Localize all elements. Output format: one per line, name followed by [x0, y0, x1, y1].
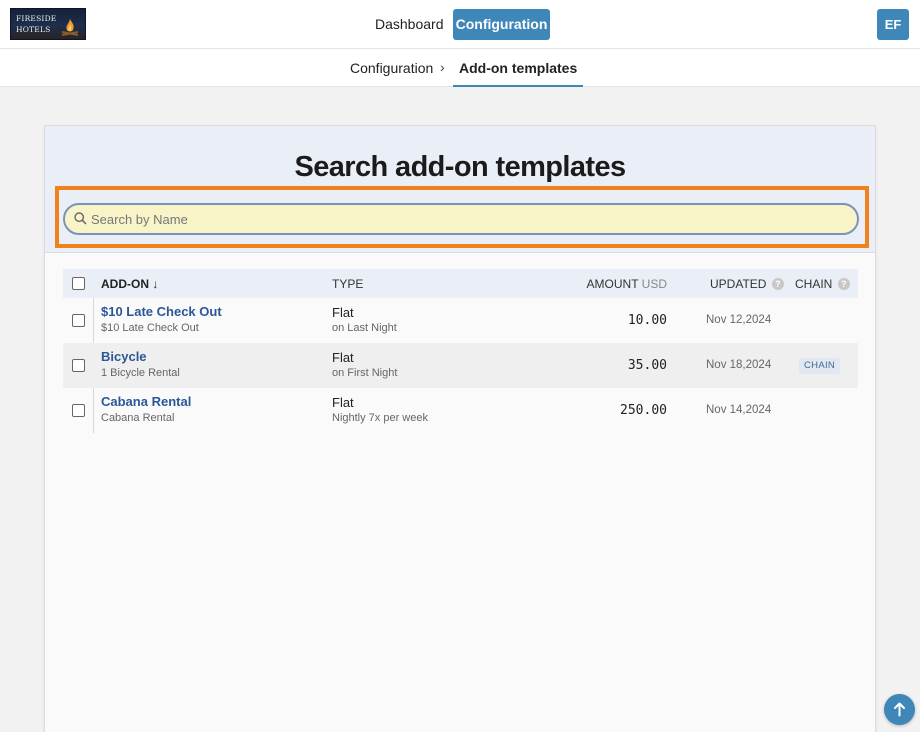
- logo-text: Fireside Hotels: [16, 14, 57, 34]
- currency-unit: USD: [641, 277, 667, 291]
- table-row[interactable]: Bicycle 1 Bicycle Rental Flat on First N…: [63, 343, 858, 388]
- column-header-amount: AMOUNT USD: [587, 277, 667, 291]
- add-on-type: Flat: [332, 305, 354, 320]
- brand-logo[interactable]: Fireside Hotels: [10, 8, 86, 40]
- add-on-updated-date: Nov 18,2024: [706, 359, 772, 371]
- add-on-templates-card: Search add-on templates ADD-ON ↓ TYPE AM…: [44, 125, 876, 732]
- card-header: Search add-on templates: [45, 126, 875, 253]
- column-header-amount-label: AMOUNT: [586, 277, 639, 291]
- column-header-add-on[interactable]: ADD-ON ↓: [101, 277, 158, 291]
- breadcrumb: Configuration › Add-on templates: [0, 49, 920, 87]
- select-all-checkbox[interactable]: [72, 277, 85, 290]
- add-on-table: ADD-ON ↓ TYPE AMOUNT USD UPDATED ? CHAIN…: [63, 269, 858, 433]
- row-checkbox[interactable]: [72, 314, 85, 327]
- add-on-type-detail: on First Night: [332, 367, 398, 379]
- add-on-amount: 35.00: [627, 358, 667, 373]
- column-header-type: TYPE: [332, 277, 364, 291]
- add-on-amount: 250.00: [620, 403, 667, 418]
- column-header-chain-label: CHAIN: [795, 277, 833, 291]
- column-header-chain: CHAIN ?: [795, 277, 850, 291]
- table-row[interactable]: $10 Late Check Out $10 Late Check Out Fl…: [63, 298, 858, 343]
- page-title: Search add-on templates: [294, 151, 626, 183]
- breadcrumb-add-on-templates[interactable]: Add-on templates: [453, 60, 584, 87]
- search-icon: [74, 212, 87, 225]
- row-checkbox[interactable]: [72, 359, 85, 372]
- add-on-type: Flat: [332, 350, 354, 365]
- table-row[interactable]: Cabana Rental Cabana Rental Flat Nightly…: [63, 388, 858, 433]
- row-checkbox[interactable]: [72, 404, 85, 417]
- chain-badge: CHAIN: [799, 358, 841, 374]
- add-on-description: Cabana Rental: [101, 412, 175, 424]
- column-header-add-on-label: ADD-ON: [101, 277, 149, 291]
- add-on-name-link[interactable]: Cabana Rental: [101, 394, 191, 409]
- arrow-up-icon: [894, 702, 905, 717]
- add-on-type-detail: on Last Night: [332, 322, 397, 334]
- column-header-updated: UPDATED ?: [710, 277, 784, 291]
- add-on-updated-date: Nov 14,2024: [706, 404, 772, 416]
- add-on-type-detail: Nightly 7x per week: [332, 412, 428, 424]
- breadcrumb-configuration[interactable]: Configuration: [350, 60, 433, 76]
- add-on-type: Flat: [332, 395, 354, 410]
- sort-down-arrow-icon: ↓: [152, 277, 159, 291]
- nav-configuration[interactable]: Configuration: [453, 9, 550, 40]
- campfire-icon: [61, 19, 79, 36]
- add-on-updated-date: Nov 12,2024: [706, 314, 772, 326]
- breadcrumb-separator: ›: [440, 59, 445, 75]
- user-avatar[interactable]: EF: [877, 9, 909, 40]
- add-on-amount: 10.00: [627, 313, 667, 328]
- top-navigation-bar: Fireside Hotels Dashboard Configuration …: [0, 0, 920, 49]
- scroll-to-top-button[interactable]: [884, 694, 915, 725]
- add-on-name-link[interactable]: $10 Late Check Out: [101, 304, 222, 319]
- updated-help-icon[interactable]: ?: [771, 278, 784, 290]
- table-header: ADD-ON ↓ TYPE AMOUNT USD UPDATED ? CHAIN…: [63, 269, 858, 298]
- nav-dashboard[interactable]: Dashboard: [363, 9, 456, 40]
- search-input[interactable]: [91, 205, 851, 233]
- add-on-description: $10 Late Check Out: [101, 322, 199, 334]
- add-on-description: 1 Bicycle Rental: [101, 367, 180, 379]
- chain-help-icon[interactable]: ?: [837, 278, 850, 290]
- search-field[interactable]: [63, 203, 859, 235]
- add-on-name-link[interactable]: Bicycle: [101, 349, 147, 364]
- column-header-updated-label: UPDATED: [710, 277, 767, 291]
